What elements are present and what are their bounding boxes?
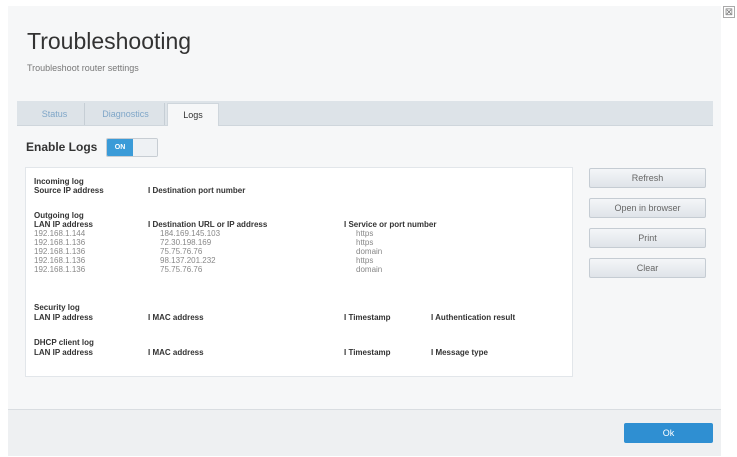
incoming-log-title: Incoming log [34, 177, 84, 186]
security-col-mac: I MAC address [148, 313, 204, 322]
clear-button[interactable]: Clear [589, 258, 706, 278]
outgoing-row-service: https [356, 256, 374, 265]
tab-logs[interactable]: Logs [167, 103, 219, 126]
dhcp-log-title: DHCP client log [34, 338, 94, 347]
close-icon[interactable]: ⊠ [723, 6, 735, 18]
open-in-browser-button[interactable]: Open in browser [589, 198, 706, 218]
dhcp-col-message-type: I Message type [431, 348, 488, 357]
outgoing-row-dest: 75.75.76.76 [160, 247, 203, 256]
security-col-lan-ip: LAN IP address [34, 313, 93, 322]
outgoing-row-dest: 98.137.201.232 [160, 256, 216, 265]
security-col-auth-result: I Authentication result [431, 313, 516, 322]
page-title: Troubleshooting [27, 28, 192, 54]
toggle-on-label: ON [107, 139, 133, 156]
outgoing-row-lan-ip: 192.168.1.136 [34, 256, 86, 265]
enable-logs-label: Enable Logs [26, 140, 98, 154]
outgoing-row-lan-ip: 192.168.1.144 [34, 229, 86, 238]
dhcp-col-timestamp: I Timestamp [344, 348, 391, 357]
dhcp-col-lan-ip: LAN IP address [34, 348, 93, 357]
outgoing-log-title: Outgoing log [34, 211, 84, 220]
outgoing-col-lan-ip: LAN IP address [34, 220, 93, 229]
outgoing-col-service: I Service or port number [344, 220, 437, 229]
tab-diagnostics[interactable]: Diagnostics [87, 103, 165, 125]
security-col-timestamp: I Timestamp [344, 313, 391, 322]
outgoing-row-service: domain [356, 265, 383, 274]
outgoing-row-service: https [356, 229, 374, 238]
outgoing-row-dest: 184.169.145.103 [160, 229, 221, 238]
outgoing-row-service: https [356, 238, 374, 247]
outgoing-row-lan-ip: 192.168.1.136 [34, 247, 86, 256]
toggle-knob [133, 139, 157, 156]
tab-bar: Status Diagnostics Logs [17, 101, 713, 126]
refresh-button[interactable]: Refresh [589, 168, 706, 188]
incoming-col-source-ip: Source IP address [34, 186, 104, 195]
ok-button[interactable]: Ok [624, 423, 713, 443]
security-log-title: Security log [34, 303, 80, 312]
print-button[interactable]: Print [589, 228, 706, 248]
incoming-col-dest-port: I Destination port number [148, 186, 246, 195]
outgoing-row-service: domain [356, 247, 383, 256]
outgoing-row-lan-ip: 192.168.1.136 [34, 265, 86, 274]
dhcp-col-mac: I MAC address [148, 348, 204, 357]
outgoing-col-dest-url: I Destination URL or IP address [148, 220, 268, 229]
page-subtitle: Troubleshoot router settings [27, 63, 139, 73]
tab-status[interactable]: Status [25, 103, 85, 125]
outgoing-row-dest: 75.75.76.76 [160, 265, 203, 274]
footer-bar [8, 410, 721, 456]
log-panel: Incoming log Source IP address I Destina… [25, 167, 573, 377]
enable-logs-toggle[interactable]: ON [106, 138, 158, 157]
outgoing-row-dest: 72.30.198.169 [160, 238, 212, 247]
outgoing-row-lan-ip: 192.168.1.136 [34, 238, 86, 247]
